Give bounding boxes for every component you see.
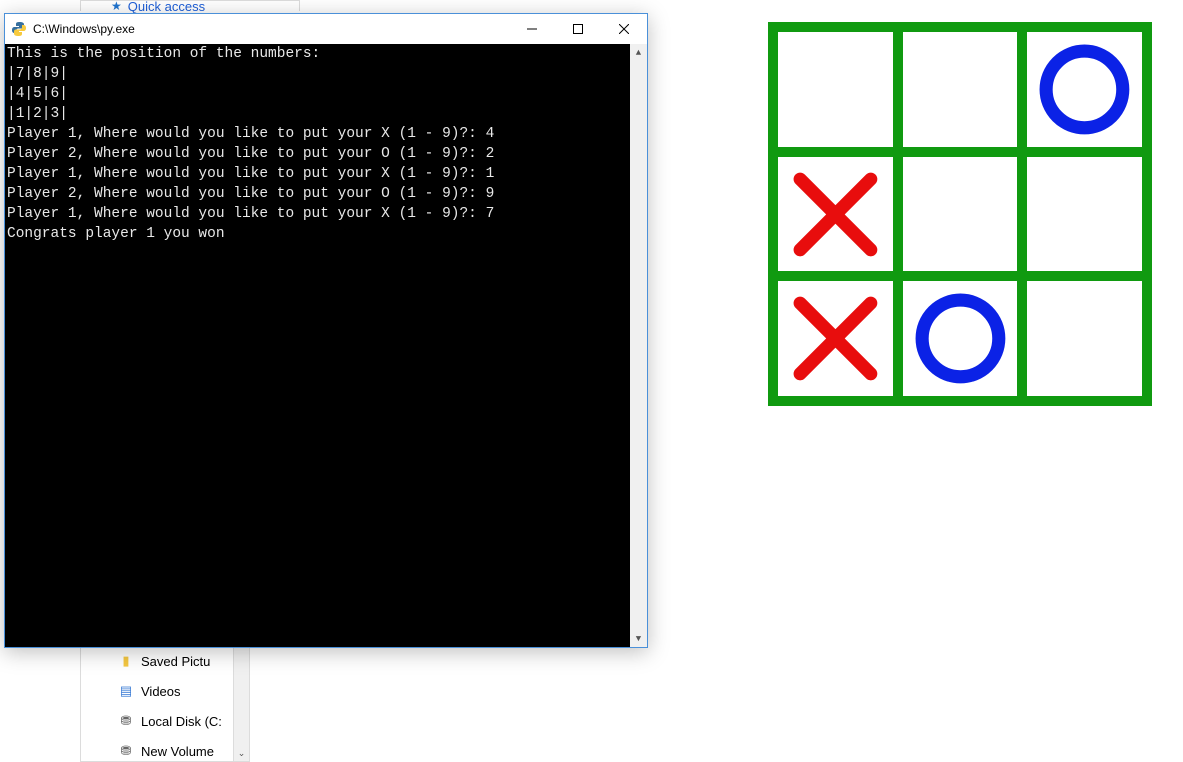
ttt-cell-6[interactable] xyxy=(1027,157,1142,272)
disk-icon: ⛃ xyxy=(117,743,135,759)
window-title: C:\Windows\py.exe xyxy=(33,22,135,36)
ttt-cell-3[interactable] xyxy=(1027,281,1142,396)
python-icon xyxy=(11,21,27,37)
console-text: This is the position of the numbers: |7|… xyxy=(7,46,494,242)
explorer-scrollbar[interactable]: ⌄ xyxy=(233,646,249,761)
console-window: C:\Windows\py.exe This is the position o… xyxy=(4,13,648,648)
minimize-button[interactable] xyxy=(509,14,555,44)
explorer-item-new-volume[interactable]: ⛃ New Volume xyxy=(81,736,249,762)
star-icon: ★ xyxy=(111,0,122,13)
ttt-cell-2[interactable] xyxy=(903,281,1018,396)
chevron-down-icon: ⌄ xyxy=(238,748,246,759)
quick-access-label: Quick access xyxy=(128,0,205,14)
scroll-down-arrow-icon[interactable]: ▼ xyxy=(630,630,647,647)
scroll-up-arrow-icon[interactable]: ▲ xyxy=(630,44,647,61)
console-scrollbar[interactable]: ▲ ▼ xyxy=(630,44,647,647)
maximize-button[interactable] xyxy=(555,14,601,44)
ttt-cell-8[interactable] xyxy=(903,32,1018,147)
ttt-cell-7[interactable] xyxy=(778,32,893,147)
console-output[interactable]: This is the position of the numbers: |7|… xyxy=(5,44,647,647)
window-titlebar[interactable]: C:\Windows\py.exe xyxy=(5,14,647,44)
x-mark-icon xyxy=(785,164,886,265)
maximize-icon xyxy=(573,24,583,34)
explorer-sidebar-fragment: ▮ Saved Pictu ▤ Videos ⛃ Local Disk (C: … xyxy=(80,646,250,762)
explorer-quick-access-fragment: ★ Quick access xyxy=(80,0,300,11)
close-icon xyxy=(619,24,629,34)
disk-icon: ⛃ xyxy=(117,713,135,729)
film-icon: ▤ xyxy=(117,683,135,699)
close-button[interactable] xyxy=(601,14,647,44)
ttt-cell-1[interactable] xyxy=(778,281,893,396)
explorer-item-saved-pictures[interactable]: ▮ Saved Pictu xyxy=(81,646,249,676)
ttt-cell-4[interactable] xyxy=(778,157,893,272)
minimize-icon xyxy=(527,24,537,34)
ttt-cell-9[interactable] xyxy=(1027,32,1142,147)
ttt-cell-5[interactable] xyxy=(903,157,1018,272)
tictactoe-board xyxy=(768,22,1152,406)
o-mark-icon xyxy=(910,288,1011,389)
o-mark-icon xyxy=(1034,39,1135,140)
folder-icon: ▮ xyxy=(117,653,135,669)
explorer-item-local-disk-c[interactable]: ⛃ Local Disk (C: xyxy=(81,706,249,736)
explorer-item-videos[interactable]: ▤ Videos xyxy=(81,676,249,706)
x-mark-icon xyxy=(785,288,886,389)
